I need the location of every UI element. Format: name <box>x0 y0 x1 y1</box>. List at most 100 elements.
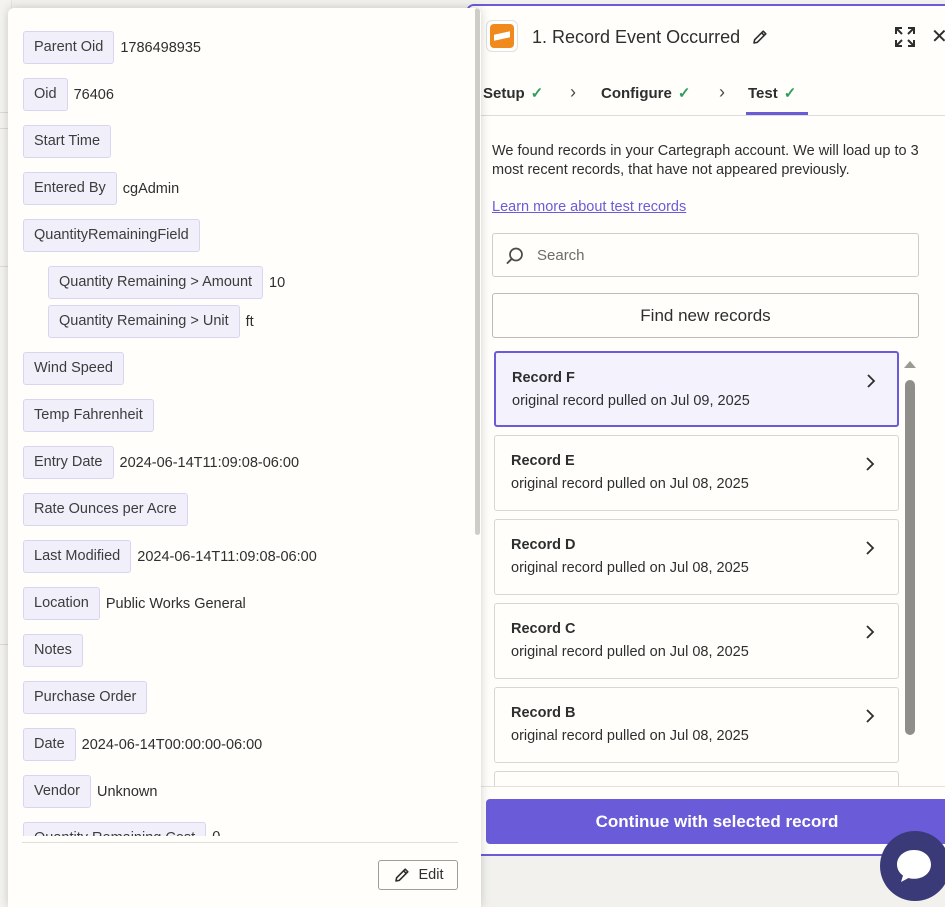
field-value: 2024-06-14T00:00:00-06:00 <box>81 736 263 753</box>
edit-button[interactable]: Edit <box>378 860 458 890</box>
field-value: 0 <box>212 822 220 836</box>
field-label: Last Modified <box>23 540 132 573</box>
rename-pencil-icon[interactable] <box>751 28 769 46</box>
record-item-d[interactable]: Record D original record pulled on Jul 0… <box>494 519 899 595</box>
pencil-icon <box>394 868 409 882</box>
check-icon: ✓ <box>783 85 797 102</box>
field-entered-by: Entered By cgAdmin <box>23 172 179 205</box>
cartegraph-logo-icon <box>486 20 518 52</box>
field-label: Notes <box>23 634 83 667</box>
field-value: Unknown <box>96 783 158 800</box>
field-label: Rate Ounces per Acre <box>23 493 188 526</box>
intro-text: We found records in your Cartegraph acco… <box>492 143 919 178</box>
record-details-popup: Parent Oid 1786498935 Oid 76406 Start Ti… <box>8 8 481 907</box>
step-tabs: Setup ✓ › Configure ✓ › Test ✓ <box>468 70 945 116</box>
continue-with-selected-record-button[interactable]: Continue with selected record <box>486 799 945 844</box>
record-subtitle: original record pulled on Jul 08, 2025 <box>511 728 749 744</box>
close-icon[interactable]: ✕ <box>931 27 945 47</box>
field-purchase-order: Purchase Order <box>23 681 153 714</box>
field-label: Quantity Remaining Cost <box>23 822 207 836</box>
record-subtitle: original record pulled on Jul 08, 2025 <box>511 644 749 660</box>
field-label: Parent Oid <box>23 31 115 64</box>
chat-launcher-button[interactable] <box>880 831 945 901</box>
record-name: Record B <box>511 705 576 721</box>
search-box <box>492 233 919 277</box>
field-date: Date 2024-06-14T00:00:00-06:00 <box>23 728 262 761</box>
field-notes: Notes <box>23 634 89 667</box>
record-subtitle: original record pulled on Jul 08, 2025 <box>511 560 749 576</box>
record-item-e[interactable]: Record E original record pulled on Jul 0… <box>494 435 899 511</box>
expand-icon[interactable] <box>894 26 916 48</box>
tab-label: Configure <box>601 84 672 102</box>
field-value: 2024-06-14T11:09:08-06:00 <box>119 454 300 471</box>
field-label: Location <box>23 587 100 620</box>
popup-divider <box>22 842 458 843</box>
field-label: Entry Date <box>23 446 114 479</box>
chevron-right-icon <box>866 625 875 639</box>
field-value: 76406 <box>73 86 114 103</box>
field-vendor: Vendor Unknown <box>23 775 157 808</box>
record-item-c[interactable]: Record C original record pulled on Jul 0… <box>494 603 899 679</box>
field-label: QuantityRemainingField <box>23 219 200 252</box>
field-quantity-remaining: QuantityRemainingField <box>23 219 206 252</box>
field-value: 2024-06-14T11:09:08-06:00 <box>137 548 317 565</box>
record-name: Record E <box>511 453 575 469</box>
footer-divider <box>468 786 945 787</box>
record-subtitle: original record pulled on Jul 08, 2025 <box>511 476 749 492</box>
field-label: Vendor <box>23 775 91 808</box>
search-input[interactable] <box>537 234 907 276</box>
record-item-partial[interactable] <box>494 771 899 786</box>
field-label: Temp Fahrenheit <box>23 399 154 432</box>
chevron-right-icon: › <box>719 82 725 102</box>
field-location: Location Public Works General <box>23 587 246 620</box>
tab-label: Test <box>748 84 778 102</box>
field-label: Oid <box>23 78 68 111</box>
field-oid: Oid 76406 <box>23 78 114 111</box>
record-subtitle: original record pulled on Jul 09, 2025 <box>512 393 750 409</box>
popup-scrollbar[interactable] <box>475 8 480 535</box>
field-value: 1786498935 <box>120 39 201 56</box>
check-icon: ✓ <box>677 85 691 102</box>
tab-setup[interactable]: Setup ✓ <box>483 84 544 103</box>
field-temp-fahrenheit: Temp Fahrenheit <box>23 399 160 432</box>
record-name: Record D <box>511 537 576 553</box>
record-item-b[interactable]: Record B original record pulled on Jul 0… <box>494 687 899 763</box>
active-tab-indicator <box>746 112 808 115</box>
field-value: Public Works General <box>105 595 246 612</box>
field-last-modified: Last Modified 2024-06-14T11:09:08-06:00 <box>23 540 317 573</box>
record-list: Record F original record pulled on Jul 0… <box>492 351 902 786</box>
record-name: Record C <box>511 621 576 637</box>
chevron-right-icon <box>866 541 875 555</box>
check-icon: ✓ <box>530 85 544 102</box>
search-icon <box>506 247 523 264</box>
learn-more-link[interactable]: Learn more about test records <box>492 199 686 215</box>
field-quantity-unit: Quantity Remaining > Unit ft <box>48 305 254 338</box>
field-value: 10 <box>269 274 286 291</box>
field-parent-oid: Parent Oid 1786498935 <box>23 31 201 64</box>
chevron-right-icon <box>867 374 876 388</box>
chevron-right-icon: › <box>570 82 576 102</box>
chat-bubble-icon <box>897 850 931 882</box>
field-label: Start Time <box>23 125 112 158</box>
field-quantity-remaining-cost: Quantity Remaining Cost 0 <box>23 822 220 836</box>
find-new-records-button[interactable]: Find new records <box>492 293 919 338</box>
field-entry-date: Entry Date 2024-06-14T11:09:08-06:00 <box>23 446 299 479</box>
step-panel: 1. Record Event Occurred ✕ Setup ✓ › Con… <box>466 4 945 856</box>
scroll-up-arrow-icon[interactable] <box>904 361 916 368</box>
field-label: Date <box>23 728 76 761</box>
edit-button-label: Edit <box>418 867 444 883</box>
field-quantity-amount: Quantity Remaining > Amount 10 <box>48 266 285 299</box>
record-list-scrollbar[interactable] <box>905 380 915 735</box>
tab-test[interactable]: Test ✓ <box>748 84 797 103</box>
record-item-f[interactable]: Record F original record pulled on Jul 0… <box>494 351 899 427</box>
panel-header: 1. Record Event Occurred ✕ <box>468 6 945 70</box>
chevron-right-icon <box>866 457 875 471</box>
field-rate-ounces: Rate Ounces per Acre <box>23 493 194 526</box>
tab-configure[interactable]: Configure ✓ <box>601 84 691 103</box>
field-value: cgAdmin <box>122 180 180 197</box>
field-label: Quantity Remaining > Unit <box>48 305 240 338</box>
field-start-time: Start Time <box>23 125 117 158</box>
field-label: Quantity Remaining > Amount <box>48 266 264 299</box>
field-label: Entered By <box>23 172 117 205</box>
panel-title: 1. Record Event Occurred <box>532 27 741 47</box>
